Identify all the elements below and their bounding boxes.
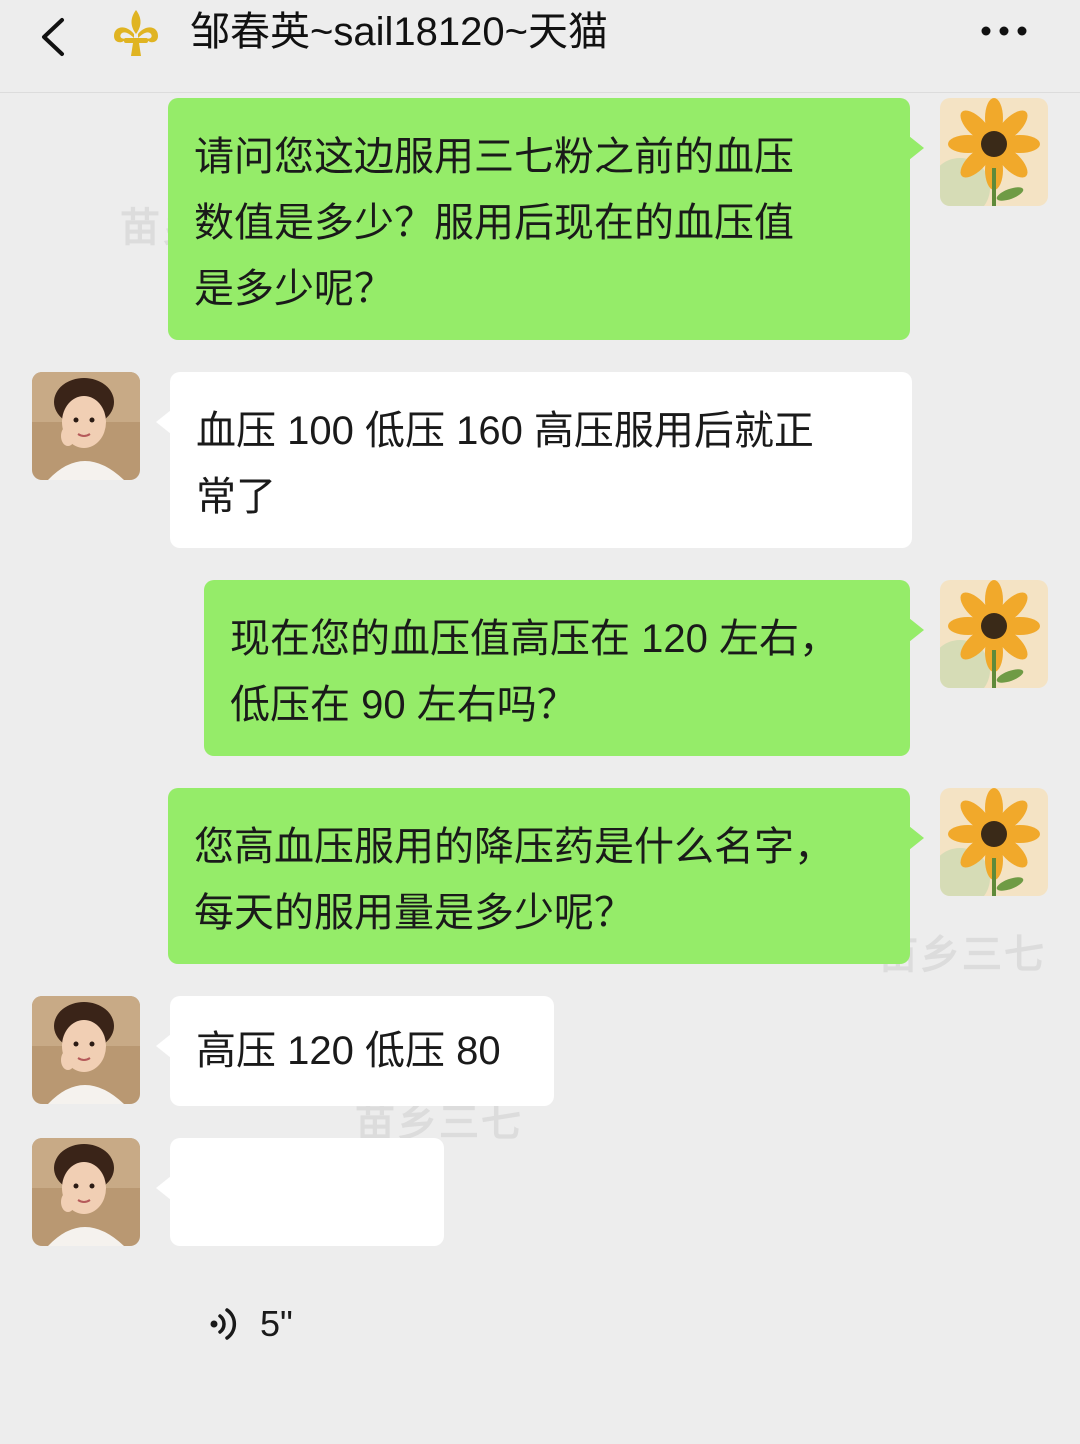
sunflower-icon [940, 98, 1048, 206]
self-avatar[interactable] [940, 98, 1048, 206]
fleur-de-lis-icon [114, 10, 158, 56]
message-bubble-outgoing[interactable]: 请问您这边服用三七粉之前的血压 数值是多少？服用后现在的血压值 是多少呢？ [168, 98, 924, 340]
message-bubble-outgoing[interactable]: 现在您的血压值高压在 120 左右， 低压在 90 左右吗？ [204, 580, 924, 756]
child-photo-icon [32, 372, 140, 480]
chevron-left-icon[interactable] [30, 12, 80, 62]
contact-avatar[interactable] [32, 372, 140, 480]
message-bubble-outgoing[interactable]: 您高血压服用的降压药是什么名字， 每天的服用量是多少呢？ [168, 788, 924, 964]
child-photo-icon [32, 1138, 140, 1246]
voice-duration: 5" [260, 1303, 293, 1344]
contact-avatar[interactable] [32, 1138, 140, 1246]
contact-avatar[interactable] [32, 996, 140, 1104]
message-bubble-incoming[interactable]: 血压 100 低压 160 高压服用后就正 常了 [156, 372, 912, 548]
more-dots-icon[interactable] [976, 16, 1032, 46]
voice-message-content: 5" [190, 1270, 424, 1378]
chat-header: 邹春英~sail18120~天猫 [0, 0, 1080, 93]
chat-title: 邹春英~sail18120~天猫 [190, 10, 608, 54]
voice-wave-icon [210, 1308, 237, 1340]
message-bubble-incoming[interactable]: 高压 120 低压 80 [156, 996, 554, 1106]
voice-message-bubble[interactable]: 5" [156, 1138, 444, 1344]
sunflower-icon [940, 580, 1048, 688]
self-avatar[interactable] [940, 580, 1048, 688]
sunflower-icon [940, 788, 1048, 896]
child-photo-icon [32, 996, 140, 1104]
self-avatar[interactable] [940, 788, 1048, 896]
